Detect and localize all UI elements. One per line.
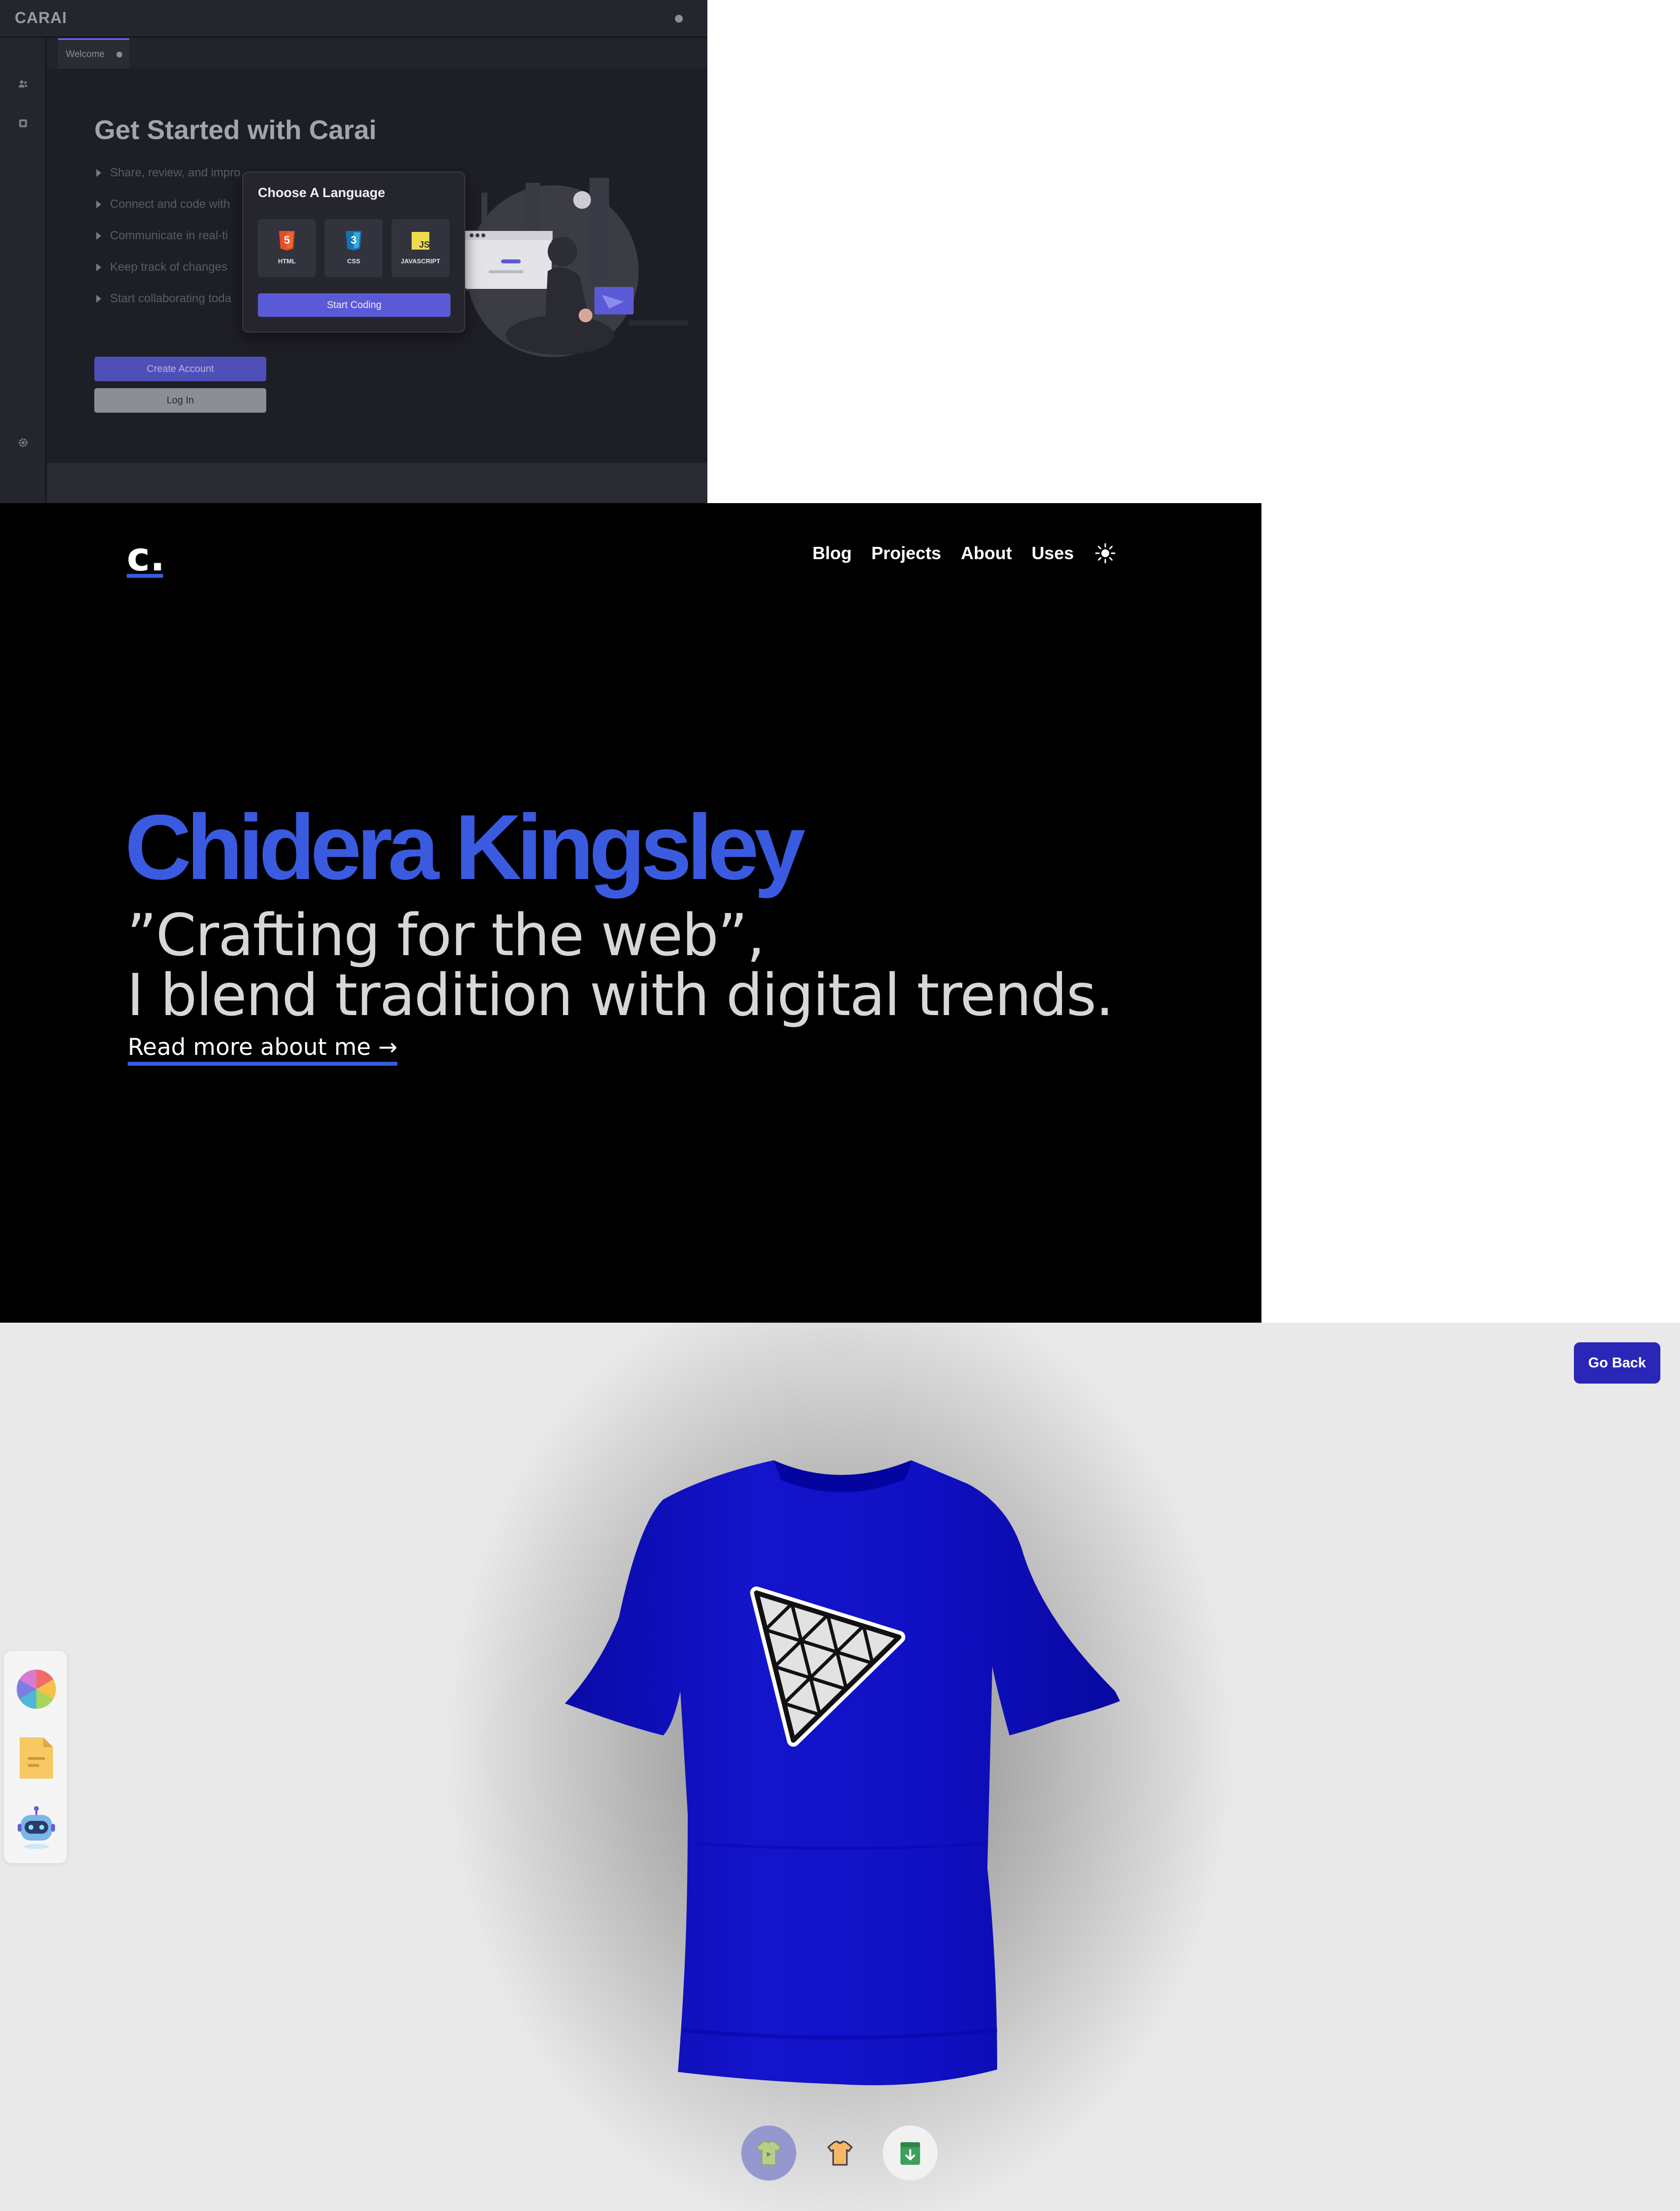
- caret-right-icon: [96, 232, 101, 240]
- nav-link-about[interactable]: About: [961, 543, 1012, 564]
- hero-tagline: ”Crafting for the web”, I blend traditio…: [127, 905, 1114, 1025]
- logo-shirt-icon: [756, 2140, 782, 2165]
- file-picker-icon[interactable]: [16, 1734, 57, 1782]
- settings-dot-icon[interactable]: [675, 15, 683, 23]
- tab-welcome[interactable]: Welcome: [58, 38, 129, 69]
- nav-link-uses[interactable]: Uses: [1032, 543, 1074, 564]
- caret-right-icon: [96, 295, 101, 303]
- stylish-shirt-filter-button[interactable]: [812, 2126, 868, 2181]
- steps-list: Share, review, and impro Connect and cod…: [96, 166, 253, 323]
- create-account-button[interactable]: Create Account: [94, 357, 266, 381]
- svg-text:3: 3: [351, 234, 357, 246]
- status-bar: [47, 463, 707, 503]
- language-label: HTML: [278, 257, 296, 265]
- step-text: Communicate in real-ti: [110, 229, 228, 242]
- portfolio-panel: c. Blog Projects About Uses Chidera King…: [0, 503, 1261, 1323]
- language-option-javascript[interactable]: JS JAVASCRIPT: [392, 219, 449, 277]
- log-in-button[interactable]: Log In: [94, 388, 266, 413]
- files-icon[interactable]: [18, 118, 28, 129]
- sun-icon[interactable]: [1094, 542, 1116, 564]
- go-back-button[interactable]: Go Back: [1574, 1342, 1660, 1384]
- color-picker-icon[interactable]: [16, 1666, 57, 1713]
- carai-editor-panel: CARAI Welcome Get Started with Carai Sha…: [0, 0, 707, 503]
- html5-icon: 5: [279, 231, 295, 251]
- start-coding-button[interactable]: Start Coding: [258, 293, 450, 317]
- step-text: Share, review, and impro: [110, 166, 241, 179]
- page-title: Get Started with Carai: [94, 114, 377, 145]
- shirt-customizer-panel: Go Back: [0, 1323, 1680, 2211]
- hero-name: Chidera Kingsley: [125, 795, 806, 899]
- step-text: Keep track of changes: [110, 260, 227, 274]
- tagline-line-2: I blend tradition with digital trends.: [127, 961, 1114, 1029]
- choose-language-dialog: Choose A Language 5 HTML 3 CSS JS JAVASC…: [242, 171, 465, 333]
- read-more-link[interactable]: Read more about me →: [128, 1034, 398, 1066]
- nav-link-projects[interactable]: Projects: [871, 543, 941, 564]
- logo-underline: [127, 574, 163, 578]
- caret-right-icon: [96, 169, 101, 177]
- tab-label: Welcome: [66, 49, 105, 59]
- list-item: Keep track of changes: [96, 260, 253, 292]
- step-text: Connect and code with: [110, 198, 230, 211]
- list-item: Communicate in real-ti: [96, 229, 253, 260]
- app-name: CARAI: [15, 9, 67, 27]
- ai-picker-icon[interactable]: [16, 1803, 57, 1850]
- editor-tabs-toolbar: [4, 1651, 67, 1863]
- tagline-line-1: ”Crafting for the web”,: [127, 901, 765, 969]
- caret-right-icon: [96, 200, 101, 208]
- gear-icon[interactable]: [18, 437, 28, 448]
- stylish-shirt-icon: [827, 2140, 853, 2166]
- users-icon[interactable]: [18, 79, 28, 89]
- download-icon: [900, 2142, 920, 2165]
- javascript-icon: JS: [412, 232, 430, 250]
- list-item: Connect and code with: [96, 198, 253, 229]
- step-text: Start collaborating toda: [110, 292, 231, 305]
- language-label: CSS: [347, 257, 361, 265]
- svg-text:JS: JS: [419, 240, 430, 250]
- svg-text:5: 5: [284, 234, 290, 246]
- tshirt-3d-model[interactable]: [565, 1460, 1120, 2094]
- developer-illustration: [442, 173, 693, 365]
- language-option-css[interactable]: 3 CSS: [325, 219, 383, 277]
- list-item: Start collaborating toda: [96, 292, 253, 323]
- language-label: JAVASCRIPT: [400, 257, 441, 265]
- download-button[interactable]: [883, 2126, 938, 2181]
- list-item: Share, review, and impro: [96, 166, 253, 198]
- logo-shirt-filter-button[interactable]: [741, 2126, 796, 2181]
- tab-bar: Welcome: [47, 38, 707, 69]
- title-bar: CARAI: [0, 0, 707, 37]
- language-option-html[interactable]: 5 HTML: [258, 219, 316, 277]
- activity-bar: [0, 38, 46, 503]
- css3-icon: 3: [346, 231, 362, 251]
- tab-close-icon[interactable]: [116, 51, 122, 57]
- nav-link-blog[interactable]: Blog: [812, 543, 852, 564]
- caret-right-icon: [96, 263, 101, 271]
- dialog-title: Choose A Language: [258, 185, 386, 200]
- site-logo[interactable]: c.: [127, 538, 165, 577]
- main-nav: Blog Projects About Uses: [793, 542, 1116, 564]
